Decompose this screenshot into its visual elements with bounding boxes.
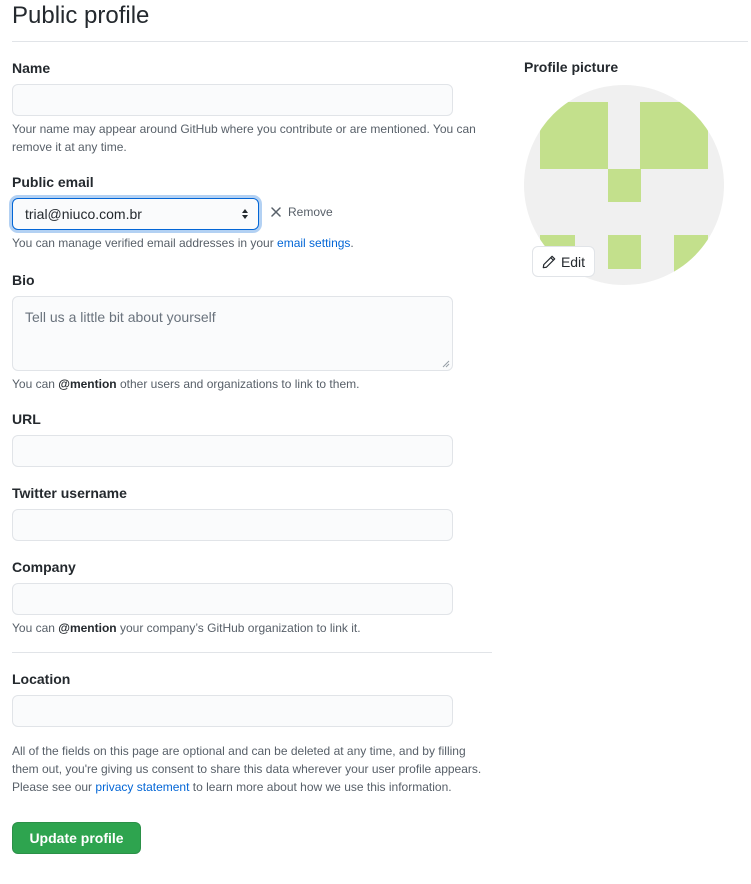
public-email-label: Public email	[12, 174, 94, 190]
bio-note-text: You can	[12, 377, 59, 391]
edit-avatar-button[interactable]: Edit	[532, 246, 595, 277]
edit-avatar-label: Edit	[560, 253, 586, 270]
identicon-block	[674, 235, 708, 285]
company-note-suffix: your company’s GitHub organization to li…	[116, 621, 361, 635]
remove-email-label: Remove	[288, 205, 333, 219]
name-label: Name	[12, 60, 51, 76]
name-input[interactable]	[12, 84, 453, 116]
url-label: URL	[12, 411, 41, 427]
public-email-note-text: You can manage verified email addresses …	[12, 236, 278, 250]
remove-email-button[interactable]: Remove	[271, 205, 333, 219]
url-input[interactable]	[12, 435, 453, 467]
update-profile-button[interactable]: Update profile	[12, 822, 141, 854]
page-title: Public profile	[12, 2, 150, 29]
identicon-block	[540, 102, 608, 169]
title-divider	[12, 41, 748, 42]
bio-note: You can @mention other users and organiz…	[12, 375, 359, 393]
identicon-block	[608, 235, 641, 269]
twitter-label: Twitter username	[12, 485, 127, 501]
consent-note: All of the fields on this page are optio…	[12, 742, 487, 796]
company-note-mention: @mention	[58, 621, 117, 635]
close-icon	[271, 207, 281, 217]
pencil-icon	[542, 255, 556, 268]
company-note: You can @mention your company’s GitHub o…	[12, 619, 361, 637]
twitter-username-input[interactable]	[12, 509, 453, 541]
company-label: Company	[12, 559, 76, 575]
public-email-selected-value: trial@niuco.com.br	[25, 206, 142, 222]
privacy-statement-link[interactable]: privacy statement	[95, 780, 189, 794]
bio-note-mention: @mention	[58, 377, 117, 391]
name-note: Your name may appear around GitHub where…	[12, 122, 476, 154]
public-email-note: You can manage verified email addresses …	[12, 234, 354, 252]
bio-note-suffix: other users and organizations to link to…	[116, 377, 360, 391]
consent-note-suffix: to learn more about how we use this info…	[189, 780, 452, 794]
bio-placeholder: Tell us a little bit about yourself	[25, 309, 216, 325]
profile-picture-label: Profile picture	[524, 59, 619, 75]
company-input[interactable]	[12, 583, 453, 615]
public-email-note-suffix: .	[350, 236, 354, 250]
resize-grip-icon[interactable]	[442, 360, 450, 368]
identicon-block	[640, 102, 708, 169]
location-label: Location	[12, 671, 71, 687]
bio-textarea[interactable]: Tell us a little bit about yourself	[12, 296, 453, 371]
location-input[interactable]	[12, 695, 453, 727]
bio-label: Bio	[12, 272, 35, 288]
email-settings-link[interactable]: email settings	[277, 236, 350, 250]
select-caret-icon	[242, 209, 248, 219]
public-email-select[interactable]: trial@niuco.com.br	[12, 198, 259, 230]
identicon-block	[608, 169, 641, 202]
company-note-text: You can	[12, 621, 59, 635]
section-divider	[12, 652, 492, 653]
